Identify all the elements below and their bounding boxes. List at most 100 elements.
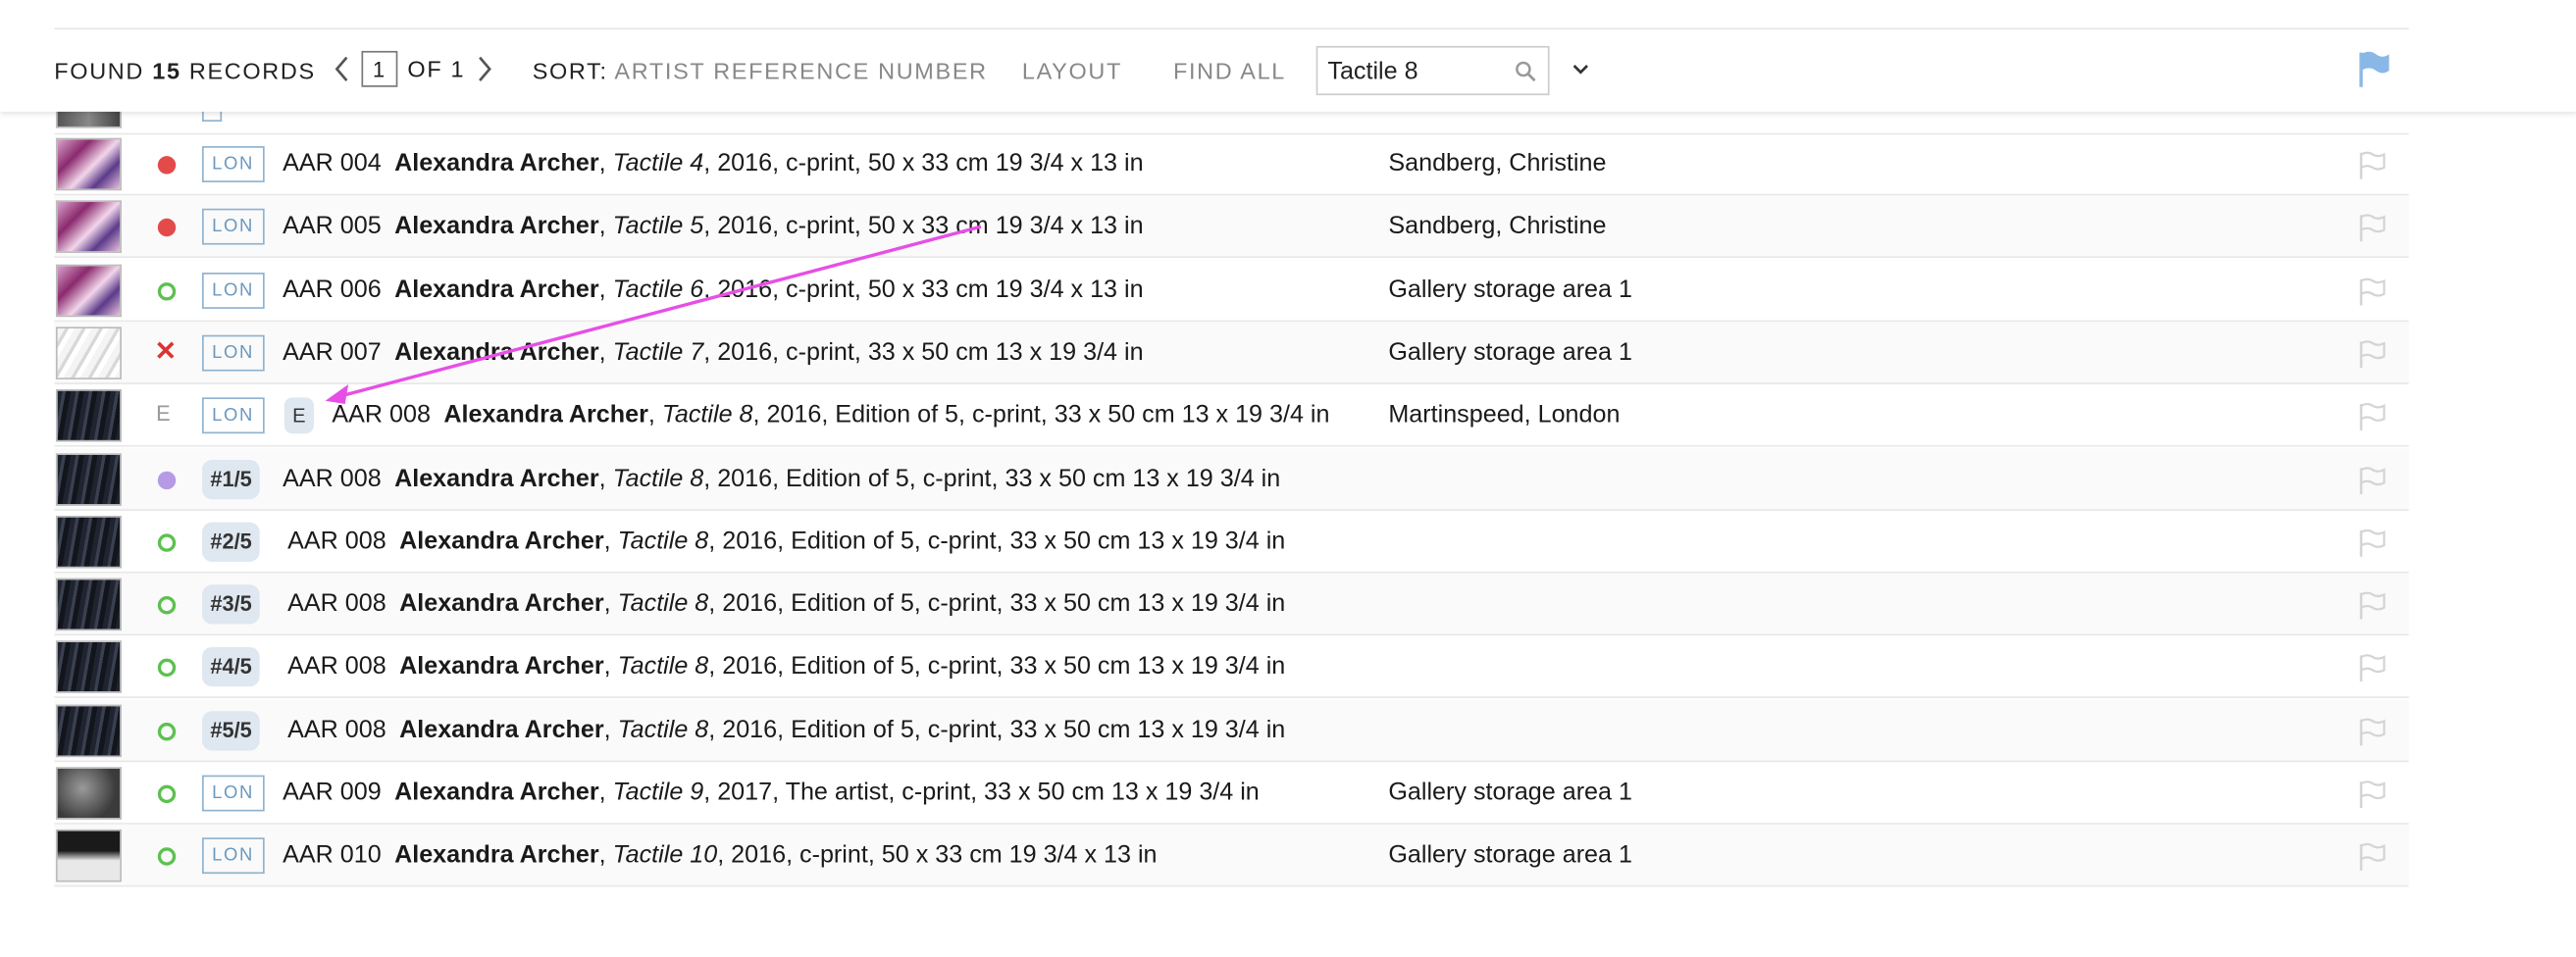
chevron-down-icon[interactable] bbox=[1571, 59, 1590, 78]
table-row[interactable]: LON AAR 005 Alexandra Archer, Tactile 5, 2… bbox=[54, 195, 2409, 259]
status-dot-icon bbox=[157, 281, 177, 300]
artist-name: Alexandra Archer bbox=[399, 589, 604, 618]
artist-name: Alexandra Archer bbox=[394, 337, 599, 367]
flag-icon[interactable] bbox=[2358, 529, 2388, 558]
table-row[interactable]: #5/5 AAR 008 Alexandra Archer, Tactile 8, … bbox=[54, 699, 2409, 762]
record-description[interactable]: AAR 006 Alexandra Archer, Tactile 6, 2016… bbox=[283, 276, 1143, 303]
record-description[interactable]: AAR 008 Alexandra Archer, Tactile 8, 2016… bbox=[283, 464, 1280, 491]
record-description[interactable]: AAR 010 Alexandra Archer, Tactile 10, 201… bbox=[283, 841, 1157, 869]
record-description[interactable]: AAR 008 Alexandra Archer, Tactile 8, 2016… bbox=[287, 716, 1285, 743]
layout-button[interactable]: LAYOUT bbox=[1022, 58, 1122, 84]
table-row[interactable]: E LON E AAR 008 Alexandra Archer, Tactile 8,… bbox=[54, 384, 2409, 447]
artwork-title: Tactile 8 bbox=[617, 652, 709, 681]
table-row[interactable]: #2/5 AAR 008 Alexandra Archer, Tactile 8, … bbox=[54, 511, 2409, 574]
edition-badge: #4/5 bbox=[202, 647, 261, 687]
artist-name: Alexandra Archer bbox=[394, 778, 599, 807]
table-row[interactable]: LON AAR 010 Alexandra Archer, Tactile 10, … bbox=[54, 825, 2409, 887]
table-row[interactable]: LON AAR 004 Alexandra Archer, Tactile 4, 2… bbox=[54, 133, 2409, 196]
search-input[interactable] bbox=[1317, 49, 1502, 92]
location-tag: LON bbox=[202, 397, 265, 434]
status-dot-icon bbox=[157, 219, 177, 237]
thumbnail-image[interactable] bbox=[55, 200, 122, 254]
artwork-details: , 2016, Edition of 5, c-print, 33 x 50 c… bbox=[708, 652, 1286, 681]
table-row[interactable]: #4/5 AAR 008 Alexandra Archer, Tactile 8, … bbox=[54, 636, 2409, 699]
thumbnail-image[interactable] bbox=[55, 640, 122, 694]
edition-badge: #1/5 bbox=[202, 459, 261, 499]
thumbnail-image[interactable] bbox=[55, 830, 122, 882]
separator: , bbox=[598, 149, 613, 177]
location-name: Martinspeed, London bbox=[1388, 401, 1621, 429]
record-description[interactable]: AAR 008 Alexandra Archer, Tactile 8, 2016… bbox=[287, 653, 1285, 680]
separator: , bbox=[598, 464, 613, 492]
artist-name: Alexandra Archer bbox=[394, 212, 599, 241]
thumbnail-image[interactable] bbox=[55, 137, 122, 191]
reference-number: AAR 006 bbox=[283, 275, 382, 304]
search-icon[interactable] bbox=[1515, 61, 1536, 82]
thumbnail-image[interactable] bbox=[55, 389, 122, 442]
location-name: Gallery storage area 1 bbox=[1388, 841, 1632, 870]
flag-icon[interactable] bbox=[2358, 151, 2388, 180]
artwork-details: , 2016, Edition of 5, c-print, 33 x 50 c… bbox=[703, 464, 1281, 492]
edition-badge: #2/5 bbox=[202, 522, 261, 562]
record-description[interactable]: AAR 005 Alexandra Archer, Tactile 5, 2016… bbox=[283, 213, 1143, 240]
artwork-details: , 2016, Edition of 5, c-print, 33 x 50 c… bbox=[752, 401, 1330, 429]
flag-icon[interactable] bbox=[2358, 843, 2388, 873]
thumbnail-image[interactable] bbox=[55, 767, 122, 820]
reference-number: AAR 008 bbox=[283, 464, 382, 492]
artwork-details: , 2017, The artist, c-print, 33 x 50 cm … bbox=[703, 778, 1260, 807]
artist-name: Alexandra Archer bbox=[394, 149, 599, 177]
find-all-button[interactable]: FIND ALL bbox=[1173, 58, 1286, 84]
artwork-details: , 2016, c-print, 50 x 33 cm 19 3/4 x 13 … bbox=[703, 149, 1144, 177]
record-description[interactable]: AAR 004 Alexandra Archer, Tactile 4, 2016… bbox=[283, 149, 1143, 176]
thumbnail-image[interactable] bbox=[55, 515, 122, 569]
flag-icon[interactable] bbox=[2358, 340, 2388, 370]
table-row[interactable]: ✕ LON AAR 007 Alexandra Archer, Tactile 7, … bbox=[54, 322, 2409, 384]
location-tag: LON bbox=[202, 272, 265, 309]
thumbnail-image[interactable] bbox=[55, 452, 122, 506]
reference-number: AAR 009 bbox=[283, 778, 382, 807]
prev-page-icon[interactable] bbox=[332, 53, 351, 86]
status-edition-marker: E bbox=[156, 401, 171, 427]
thumbnail-image[interactable] bbox=[55, 704, 122, 757]
sort-value[interactable]: ARTIST REFERENCE NUMBER bbox=[614, 58, 987, 84]
record-description[interactable]: AAR 007 Alexandra Archer, Tactile 7, 2016… bbox=[283, 338, 1143, 366]
artwork-details: , 2016, Edition of 5, c-print, 33 x 50 c… bbox=[708, 527, 1286, 555]
artwork-details: , 2016, c-print, 50 x 33 cm 19 3/4 x 13 … bbox=[703, 212, 1144, 241]
artist-name: Alexandra Archer bbox=[394, 841, 599, 870]
sort-control[interactable]: SORT: ARTIST REFERENCE NUMBER bbox=[533, 58, 988, 84]
location-name: Sandberg, Christine bbox=[1388, 149, 1607, 177]
reference-number: AAR 010 bbox=[283, 841, 382, 870]
table-row[interactable]: LON AAR 009 Alexandra Archer, Tactile 9, 2… bbox=[54, 762, 2409, 825]
record-description[interactable]: AAR 008 Alexandra Archer, Tactile 8, 2016… bbox=[287, 527, 1285, 554]
table-row[interactable]: #1/5 AAR 008 Alexandra Archer, Tactile 8, … bbox=[54, 447, 2409, 511]
flag-icon[interactable] bbox=[2358, 466, 2388, 495]
page-input[interactable]: 1 bbox=[361, 50, 398, 87]
flag-icon[interactable] bbox=[2358, 214, 2388, 243]
location-tag: LON bbox=[202, 775, 265, 812]
artwork-details: , 2016, c-print, 50 x 33 cm 19 3/4 x 13 … bbox=[703, 275, 1144, 304]
thumbnail-image[interactable] bbox=[55, 327, 122, 379]
separator: , bbox=[603, 589, 618, 618]
artwork-title: Tactile 8 bbox=[612, 464, 704, 492]
thumbnail-image[interactable] bbox=[55, 578, 122, 631]
flag-icon[interactable] bbox=[2358, 591, 2388, 621]
flag-icon[interactable] bbox=[2358, 403, 2388, 432]
artwork-details: , 2016, c-print, 33 x 50 cm 13 x 19 3/4 … bbox=[703, 337, 1144, 367]
artwork-details: , 2016, c-print, 50 x 33 cm 19 3/4 x 13 … bbox=[717, 841, 1158, 870]
flag-icon[interactable] bbox=[2358, 654, 2388, 683]
table-row[interactable]: #3/5 AAR 008 Alexandra Archer, Tactile 8, … bbox=[54, 573, 2409, 636]
next-page-icon[interactable] bbox=[475, 53, 494, 86]
record-description[interactable]: AAR 009 Alexandra Archer, Tactile 9, 2017… bbox=[283, 779, 1260, 806]
record-description[interactable]: AAR 008 Alexandra Archer, Tactile 8, 2016… bbox=[287, 589, 1285, 617]
edition-badge: #5/5 bbox=[202, 710, 261, 750]
flag-icon[interactable] bbox=[2358, 277, 2388, 306]
record-description[interactable]: AAR 008 Alexandra Archer, Tactile 8, 2016… bbox=[332, 401, 1329, 428]
flag-icon[interactable] bbox=[2358, 781, 2388, 810]
thumbnail-image[interactable] bbox=[55, 263, 122, 317]
separator: , bbox=[603, 652, 618, 681]
separator: , bbox=[603, 715, 618, 744]
flag-icon[interactable] bbox=[2358, 717, 2388, 746]
table-row[interactable]: LON AAR 006 Alexandra Archer, Tactile 6, 2… bbox=[54, 259, 2409, 322]
flag-icon[interactable] bbox=[2356, 49, 2393, 88]
location-tag: LON bbox=[202, 837, 265, 875]
